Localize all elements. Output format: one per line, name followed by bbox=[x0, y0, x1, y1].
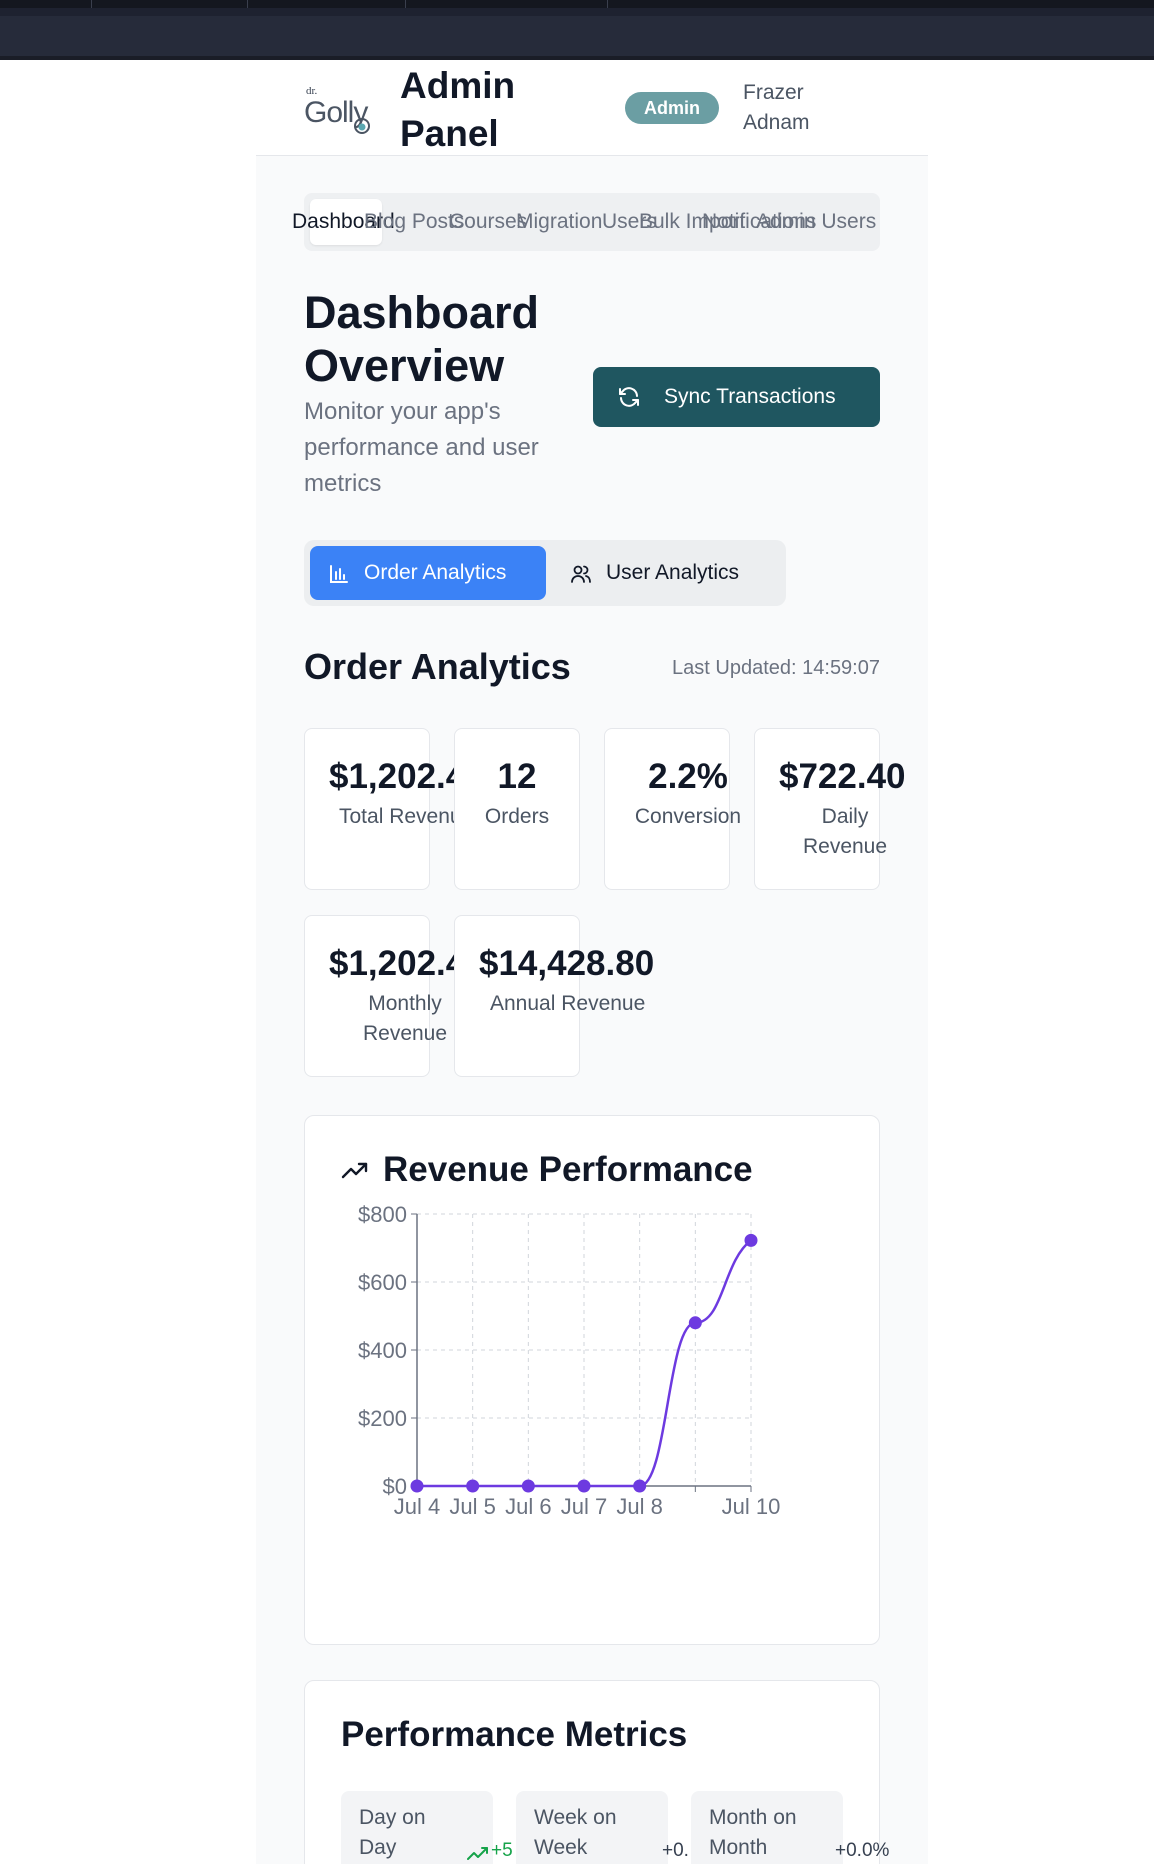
main-nav: Dashboard Blog Posts Courses Migration U… bbox=[292, 193, 880, 251]
browser-tab-strip bbox=[0, 0, 1154, 8]
page-subtitle: Monitor your app's performance and user … bbox=[304, 398, 539, 497]
metric-value: $1,202.40 bbox=[329, 944, 455, 983]
metric-card-monthly-revenue: $1,202.40 Monthly Revenue bbox=[304, 915, 455, 1077]
tab-user-analytics-label: User Analytics bbox=[606, 561, 740, 584]
revenue-data-point bbox=[466, 1479, 480, 1493]
app-title: Admin Panel bbox=[400, 65, 516, 154]
x-tick-label: Jul 5 bbox=[449, 1494, 495, 1519]
revenue-data-point bbox=[688, 1316, 702, 1330]
x-tick-label: Jul 8 bbox=[616, 1494, 662, 1519]
x-tick-label: Jul 4 bbox=[394, 1494, 440, 1519]
bar-chart-icon bbox=[330, 565, 348, 583]
metric-value: 12 bbox=[497, 757, 537, 796]
trending-up-icon bbox=[467, 1847, 488, 1860]
metric-card-orders: 12 Orders bbox=[454, 728, 580, 890]
revenue-data-point bbox=[577, 1479, 591, 1493]
revenue-data-point bbox=[410, 1479, 424, 1493]
metric-label: Orders bbox=[484, 805, 550, 828]
tab-admin-users[interactable]: Admin Users bbox=[756, 207, 876, 237]
last-updated: Last Updated: 14:59:07 bbox=[672, 657, 880, 679]
metric-label: Annual Revenue bbox=[490, 992, 646, 1015]
x-tick-label: Jul 10 bbox=[722, 1494, 781, 1519]
metric-label: Conversion bbox=[634, 805, 742, 828]
logo[interactable]: dr. Golly bbox=[304, 82, 386, 138]
perf-change: +0. bbox=[662, 1840, 689, 1861]
revenue-data-point bbox=[744, 1233, 758, 1247]
perf-change: +5 bbox=[491, 1840, 513, 1861]
revenue-line-chart: $0$200$400$600$800Jul 4 Jul 5 Jul 6 Jul 7 Ju… bbox=[358, 1202, 781, 1519]
y-tick-label: $400 bbox=[358, 1338, 407, 1363]
metric-card-total-revenue: $1,202.40 Total Revenue bbox=[304, 728, 455, 890]
user-name[interactable]: Frazer Adnam bbox=[743, 78, 863, 138]
browser-tab[interactable] bbox=[406, 0, 608, 8]
metric-label: Total Revenue bbox=[339, 805, 455, 828]
perf-label: Week on Week bbox=[534, 1806, 617, 1859]
tab-user-analytics[interactable]: User Analytics bbox=[552, 546, 778, 600]
browser-tab[interactable] bbox=[0, 0, 92, 8]
users-icon bbox=[571, 565, 591, 583]
x-tick-label: Jul 6 bbox=[505, 1494, 551, 1519]
app-header: dr. Golly Admin Panel Admin Frazer Adnam bbox=[256, 60, 928, 156]
browser-tab[interactable] bbox=[248, 0, 406, 8]
metric-value: $722.40 bbox=[779, 757, 906, 796]
metric-label: Monthly Revenue bbox=[362, 992, 448, 1045]
revenue-data-point bbox=[633, 1479, 647, 1493]
metric-value: 2.2% bbox=[648, 757, 728, 796]
metric-card-annual-revenue: $14,428.80 Annual Revenue bbox=[454, 915, 654, 1077]
page-title: Dashboard Overview bbox=[304, 287, 540, 391]
metric-value: $14,428.80 bbox=[479, 944, 655, 983]
y-tick-label: $200 bbox=[358, 1406, 407, 1431]
sync-transactions-button[interactable]: Sync Transactions bbox=[593, 367, 880, 427]
revenue-performance-card: Revenue Performance $0 $200 $400 $600 $800 Ju… bbox=[304, 1115, 880, 1645]
revenue-data-point bbox=[521, 1479, 535, 1493]
order-analytics-title: Order Analytics bbox=[304, 646, 571, 687]
analytics-tabs: Order Analytics User Analytics bbox=[304, 540, 786, 606]
sync-transactions-label: Sync Transactions bbox=[664, 385, 836, 408]
tab-order-analytics-label: Order Analytics bbox=[364, 561, 507, 584]
admin-app: dr. Golly Admin Panel Admin Frazer Adnam… bbox=[256, 60, 928, 1864]
y-tick-label: $800 bbox=[358, 1202, 407, 1227]
perf-label: Day on Day bbox=[359, 1806, 426, 1859]
browser-toolbar bbox=[0, 16, 1154, 56]
metric-label: Daily Revenue bbox=[802, 805, 888, 858]
perf-month-on-month: Month on Month +0.0% bbox=[691, 1791, 889, 1864]
performance-metrics-title: Performance Metrics bbox=[341, 1715, 688, 1754]
tab-migration[interactable]: Migration bbox=[516, 207, 602, 237]
perf-label: Month on Month bbox=[709, 1806, 797, 1859]
refresh-icon bbox=[619, 387, 639, 407]
metric-card-daily-revenue: $722.40 Daily Revenue bbox=[754, 728, 906, 890]
perf-day-on-day: Day on Day +5 bbox=[341, 1791, 513, 1864]
metric-value: $1,202.40 bbox=[329, 757, 455, 796]
performance-metrics-card: Performance Metrics Day on Day +5 Week o… bbox=[304, 1680, 889, 1864]
metric-card-conversion: 2.2% Conversion bbox=[604, 728, 741, 890]
x-tick-label: Jul 7 bbox=[561, 1494, 607, 1519]
tab-order-analytics[interactable]: Order Analytics bbox=[310, 546, 546, 600]
role-badge: Admin bbox=[625, 92, 719, 124]
browser-chrome bbox=[0, 0, 1154, 60]
y-tick-label: $600 bbox=[358, 1270, 407, 1295]
perf-week-on-week: Week on Week +0. bbox=[516, 1791, 689, 1864]
svg-text:Golly: Golly bbox=[304, 96, 368, 129]
perf-change: +0.0% bbox=[835, 1840, 890, 1861]
browser-tab[interactable] bbox=[92, 0, 248, 8]
